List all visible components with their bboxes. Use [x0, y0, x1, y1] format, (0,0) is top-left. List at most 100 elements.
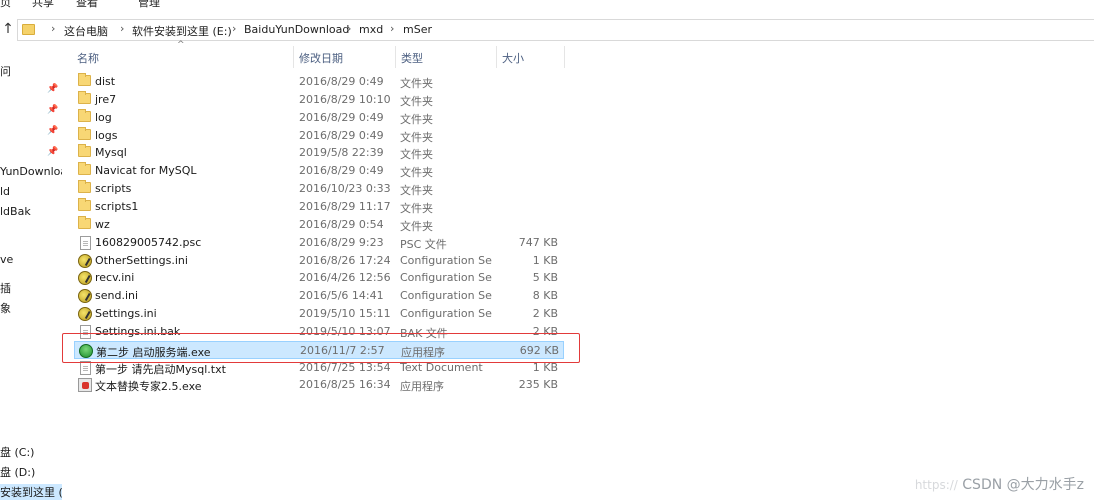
nav-item-quick-access[interactable]: 问 [0, 63, 11, 79]
nav-item-onedrive[interactable]: ve [0, 253, 13, 266]
file-type: 文件夹 [400, 201, 433, 215]
ribbon-tabs: 页 共享 查看 管理 [0, 0, 1094, 10]
column-header-date[interactable]: 修改日期 [299, 50, 343, 66]
column-divider[interactable] [395, 46, 396, 68]
table-row[interactable]: Settings.ini 2019/5/10 15:11 Configuration… [74, 305, 564, 323]
folder-icon [22, 24, 35, 35]
file-type: 应用程序 [400, 380, 444, 394]
up-arrow-icon[interactable]: ↑ [1, 20, 15, 38]
file-date: 2016/8/29 9:23 [299, 235, 384, 249]
pin-icon[interactable]: 📌 [47, 126, 58, 136]
address-bar[interactable]: › 这台电脑 › 软件安装到这里 (E:) › BaiduYunDownload… [17, 19, 1094, 41]
breadcrumb-this-pc[interactable]: 这台电脑 [64, 23, 108, 39]
table-row[interactable]: log 2016/8/29 0:49 文件夹 [74, 108, 564, 127]
chevron-right-icon[interactable]: › [390, 22, 394, 35]
nav-item-ld[interactable]: ld [0, 185, 10, 198]
file-size: 1 KB [532, 253, 558, 267]
file-date: 2016/8/26 17:24 [299, 253, 391, 267]
file-type: 文件夹 [400, 77, 433, 90]
nav-item-drive-d[interactable]: 盘 (D:) [0, 464, 35, 480]
table-row[interactable]: dist 2016/8/29 0:49 文件夹 [74, 73, 564, 91]
file-date: 2016/8/29 0:49 [299, 110, 384, 124]
ribbon-tab-view[interactable]: 查看 [76, 0, 98, 10]
file-icon [80, 235, 91, 250]
folder-icon [78, 180, 91, 194]
column-header-name[interactable]: 名称 [77, 50, 99, 66]
column-divider[interactable] [293, 46, 294, 68]
ribbon-tab-share[interactable]: 共享 [32, 0, 54, 10]
watermark: https:// CSDN @大力水手z [915, 474, 1084, 494]
pin-icon[interactable]: 📌 [47, 147, 58, 157]
nav-item-drive-e[interactable]: 安装到这里 (E: [0, 484, 62, 500]
file-name: OtherSettings.ini [95, 253, 188, 267]
breadcrumb-mser[interactable]: mSer [403, 23, 432, 36]
file-type: Configuration Se... [400, 307, 492, 321]
file-date: 2016/5/6 14:41 [299, 289, 384, 303]
watermark-url: https:// [914, 478, 958, 492]
file-size: 747 KB [518, 235, 558, 249]
chevron-right-icon[interactable]: › [347, 22, 351, 35]
file-date: 2016/8/29 10:10 [299, 92, 391, 106]
chevron-right-icon[interactable]: › [51, 22, 55, 35]
folder-icon [78, 90, 91, 104]
file-date: 2019/5/8 22:39 [299, 146, 384, 160]
nav-item-network[interactable]: 插 [0, 280, 11, 296]
file-size: 8 KB [532, 289, 558, 303]
table-row[interactable]: logs 2016/8/29 0:49 文件夹 [74, 126, 564, 145]
file-type: Configuration Se... [400, 271, 492, 285]
column-divider[interactable] [564, 46, 565, 68]
nav-item-objects[interactable]: 象 [0, 300, 11, 316]
address-row: ↑ › 这台电脑 › 软件安装到这里 (E:) › BaiduYunDownlo… [0, 18, 1094, 42]
table-row[interactable]: recv.ini 2016/4/26 12:56 Configuration Se.… [74, 269, 564, 287]
column-divider[interactable] [496, 46, 497, 68]
file-name: wz [95, 217, 110, 231]
column-header-size[interactable]: 大小 [502, 50, 524, 66]
file-name: scripts1 [95, 199, 139, 213]
nav-item-baiduyundownload[interactable]: YunDownloa [0, 165, 62, 178]
folder-icon [78, 215, 91, 229]
table-row[interactable]: wz 2016/8/29 0:54 文件夹 [74, 215, 564, 234]
file-type: 文件夹 [400, 166, 433, 180]
ini-icon [78, 289, 92, 304]
ribbon-tab-manage[interactable]: 管理 [138, 0, 160, 10]
table-row[interactable]: OtherSettings.ini 2016/8/26 17:24 Configur… [74, 252, 564, 270]
breadcrumb-baiduyundownload[interactable]: BaiduYunDownload [244, 23, 349, 36]
sort-ascending-icon: ^ [177, 40, 185, 50]
table-row[interactable]: scripts1 2016/8/29 11:17 文件夹 [74, 197, 564, 216]
highlight-annotation-box [62, 333, 580, 363]
file-type: PSC 文件 [400, 237, 447, 251]
file-type: 文件夹 [400, 112, 433, 126]
table-row[interactable]: Mysql 2019/5/8 22:39 文件夹 [74, 144, 564, 162]
file-name: scripts [95, 182, 132, 196]
file-size: 235 KB [518, 378, 558, 392]
nav-item-drive-c[interactable]: 盘 (C:) [0, 444, 34, 460]
folder-icon [78, 162, 91, 176]
file-name: 文本替换专家2.5.exe [95, 380, 202, 394]
file-name: Navicat for MySQL [95, 164, 197, 178]
breadcrumb-mxd[interactable]: mxd [359, 23, 383, 36]
file-type: 文件夹 [400, 184, 433, 198]
pin-icon[interactable]: 📌 [47, 105, 58, 115]
ini-icon [78, 307, 92, 322]
file-type: 文件夹 [400, 148, 433, 162]
column-header-type[interactable]: 类型 [401, 50, 423, 66]
nav-item-ldbak[interactable]: ldBak [0, 205, 31, 218]
table-row[interactable]: Navicat for MySQL 2016/8/29 0:49 文件夹 [74, 162, 564, 180]
table-row[interactable]: send.ini 2016/5/6 14:41 Configuration Se..… [74, 287, 564, 305]
table-row[interactable]: scripts 2016/10/23 0:33 文件夹 [74, 180, 564, 198]
pin-icon[interactable]: 📌 [47, 84, 58, 94]
file-name: jre7 [95, 92, 117, 106]
table-row[interactable]: 文本替换专家2.5.exe 2016/8/25 16:34 应用程序 235 KB [74, 376, 564, 394]
file-date: 2016/8/29 0:54 [299, 217, 384, 231]
table-row[interactable]: 160829005742.psc 2016/8/29 9:23 PSC 文件 747 … [74, 234, 564, 252]
ribbon-tab-page[interactable]: 页 [0, 0, 11, 10]
table-row[interactable]: jre7 2016/8/29 10:10 文件夹 [74, 90, 564, 109]
chevron-right-icon[interactable]: › [120, 22, 124, 35]
file-date: 2016/8/25 16:34 [299, 378, 391, 392]
breadcrumb-drive-e[interactable]: 软件安装到这里 (E:) [132, 23, 232, 39]
file-name: dist [95, 75, 116, 88]
folder-icon [78, 126, 91, 140]
chevron-right-icon[interactable]: › [232, 22, 236, 35]
app-icon [78, 378, 92, 393]
folder-icon [78, 108, 91, 122]
